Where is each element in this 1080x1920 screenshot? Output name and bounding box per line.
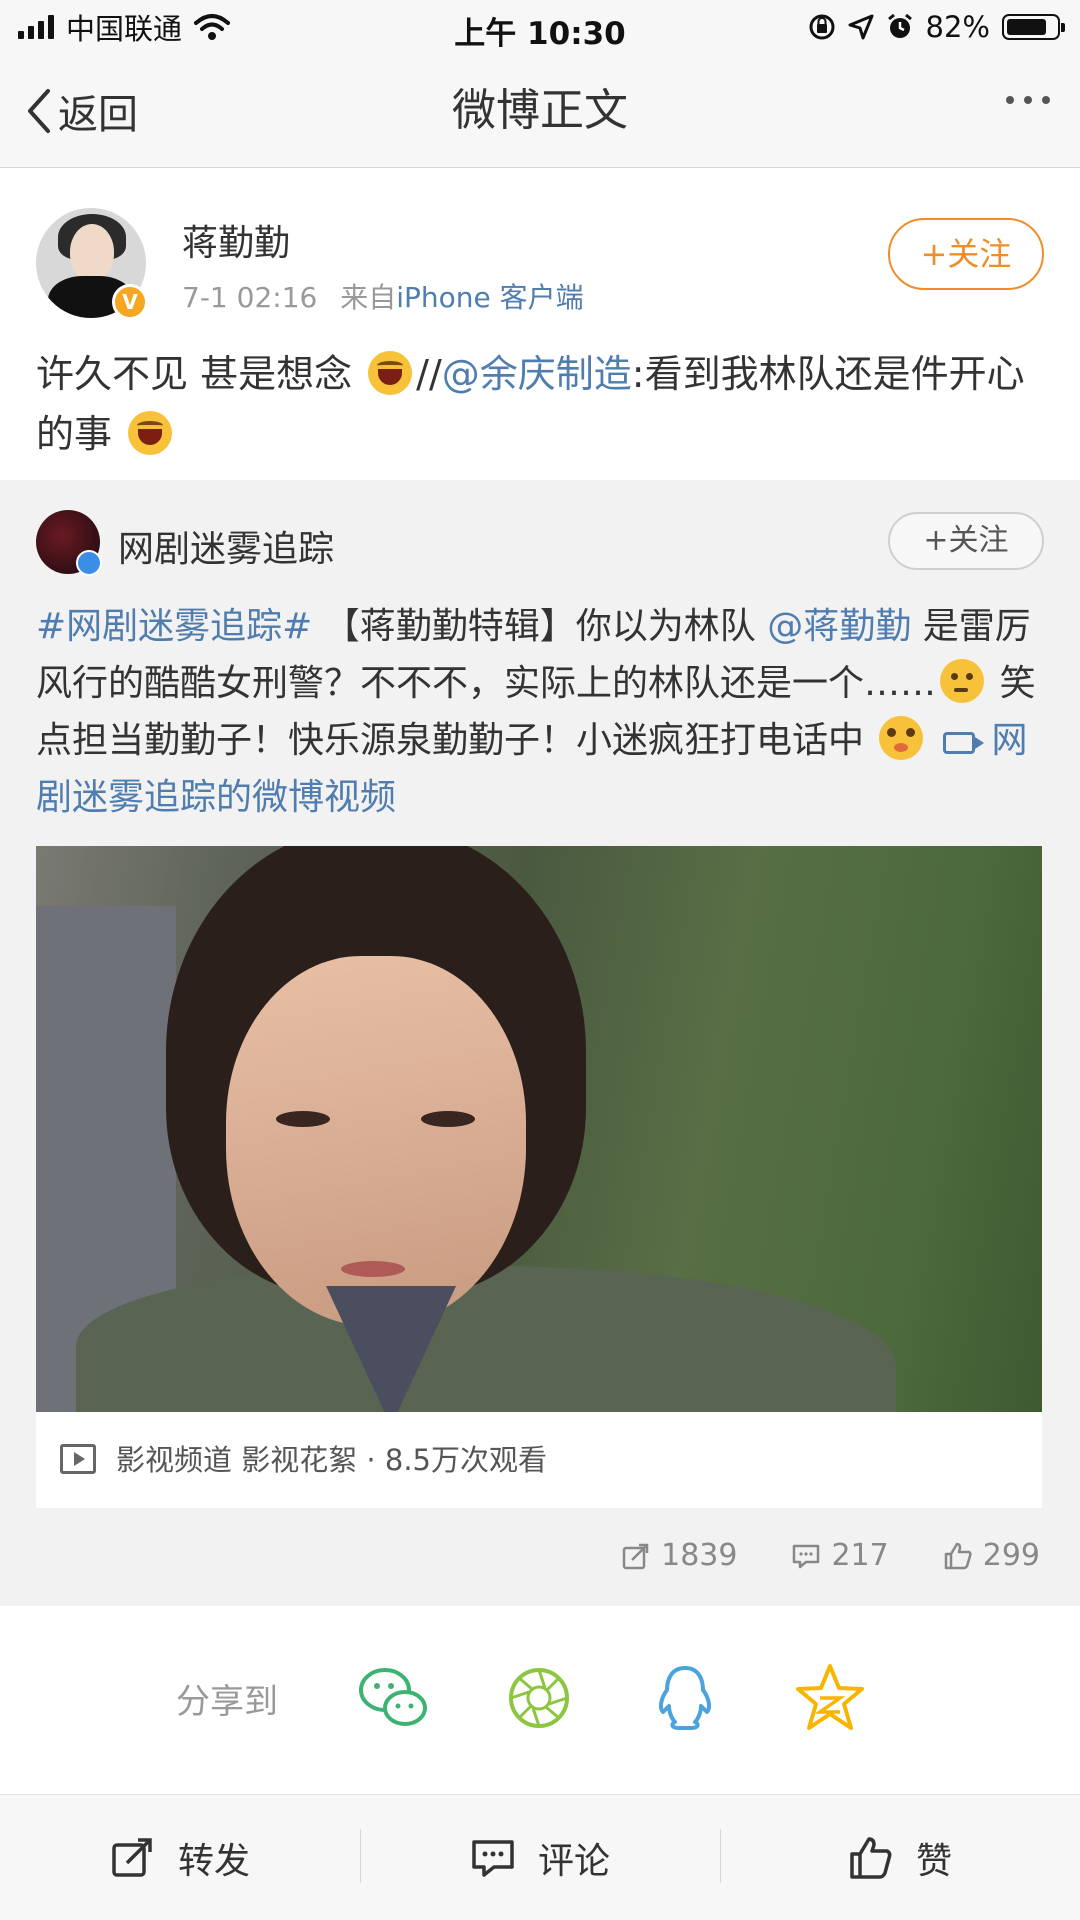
post-source[interactable]: iPhone 客户端 (396, 281, 583, 314)
thumbs-up-icon (850, 1836, 892, 1879)
thumbs-up-icon (944, 1542, 972, 1569)
repost-icon (622, 1543, 649, 1569)
comment-label: 评论 (537, 1840, 610, 1882)
battery-level (1007, 19, 1047, 35)
status-bar: 中国联通 上午 10:30 82% (0, 0, 1080, 54)
mention-link[interactable]: @蒋勤勤 (767, 606, 911, 647)
post-meta: 7-1 02:16 来自iPhone 客户端 (182, 276, 584, 316)
repost-author-name[interactable]: 网剧迷雾追踪 (118, 520, 334, 572)
source-prefix: 来自 (340, 281, 397, 314)
weibo-post: V 蒋勤勤 7-1 02:16 来自iPhone 客户端 +关注 许久不见 甚是… (0, 168, 1080, 480)
video-meta-bar[interactable]: 影视频道 影视花絮 · 8.5万次观看 (36, 1412, 1042, 1508)
verified-badge-icon: V (112, 284, 148, 320)
qq-icon[interactable] (645, 1658, 725, 1738)
repost-author-avatar[interactable] (36, 510, 102, 576)
qzone-icon[interactable] (790, 1658, 870, 1738)
alarm-icon (887, 13, 912, 38)
repost-button[interactable]: 转发 (0, 1795, 360, 1920)
post-text: 许久不见 甚是想念 //@余庆制造:看到我林队还是件开心的事 (36, 344, 1046, 464)
repost-icon (112, 1837, 152, 1877)
video-link-icon (943, 732, 985, 754)
comment-count-button[interactable]: 217 (791, 1538, 889, 1573)
more-dot-icon (1006, 96, 1014, 104)
battery-icon (1002, 14, 1065, 40)
repost-count-button[interactable]: 1839 (621, 1538, 737, 1573)
page-title: 微博正文 (452, 85, 628, 136)
more-options-button[interactable] (1006, 96, 1050, 104)
video-meta-text: 影视频道 影视花絮 · 8.5万次观看 (116, 1443, 547, 1477)
comment-count: 217 (831, 1538, 889, 1573)
moments-icon[interactable] (499, 1658, 579, 1738)
repost-stats: 1839 217 299 (621, 1538, 1040, 1573)
video-thumbnail[interactable] (36, 846, 1042, 1412)
like-count: 299 (982, 1538, 1040, 1573)
comment-button[interactable]: 评论 (360, 1795, 720, 1920)
hashtag-link[interactable]: #网剧迷雾追踪# (36, 606, 312, 647)
repost-separator: // (416, 352, 442, 396)
repost-text: #网剧迷雾追踪# 【蒋勤勤特辑】你以为林队 @蒋勤勤 是雷厉风行的酷酷女刑警？不… (36, 598, 1048, 826)
like-label: 赞 (915, 1840, 952, 1882)
bottom-action-bar: 转发 评论 赞 (0, 1794, 1080, 1920)
video-play-icon (60, 1444, 96, 1474)
post-text-part: 许久不见 甚是想念 (36, 352, 365, 396)
status-right: 82% (808, 8, 1065, 46)
repost-text-part: 【蒋勤勤特辑】你以为林队 (312, 606, 768, 647)
laugh-emoji-icon (128, 411, 173, 455)
share-row: 分享到 (0, 1606, 1080, 1794)
thinking-emoji-icon (940, 659, 985, 703)
post-time: 7-1 02:16 (182, 281, 318, 314)
repost-follow-button[interactable]: +关注 (888, 512, 1044, 570)
like-button[interactable]: 赞 (720, 1795, 1080, 1920)
more-dot-icon (1024, 96, 1032, 104)
repost-count: 1839 (661, 1538, 738, 1573)
rotation-lock-icon (809, 14, 835, 40)
shy-emoji-icon (879, 716, 924, 760)
author-name[interactable]: 蒋勤勤 (182, 214, 290, 266)
like-count-button[interactable]: 299 (943, 1538, 1040, 1573)
comment-icon (472, 1839, 514, 1877)
laugh-emoji-icon (368, 351, 413, 395)
reposted-post[interactable]: 网剧迷雾追踪 +关注 #网剧迷雾追踪# 【蒋勤勤特辑】你以为林队 @蒋勤勤 是雷… (0, 480, 1080, 1606)
nav-bar: 返回 微博正文 (0, 54, 1080, 168)
comment-icon (793, 1544, 820, 1568)
repost-label: 转发 (177, 1840, 250, 1882)
location-icon (848, 14, 874, 40)
share-label: 分享到 (176, 1682, 278, 1722)
battery-percent: 82% (925, 10, 990, 44)
mention-link[interactable]: @余庆制造 (442, 352, 632, 396)
more-dot-icon (1042, 96, 1050, 104)
follow-button[interactable]: +关注 (888, 218, 1044, 290)
wechat-icon[interactable] (353, 1658, 433, 1738)
